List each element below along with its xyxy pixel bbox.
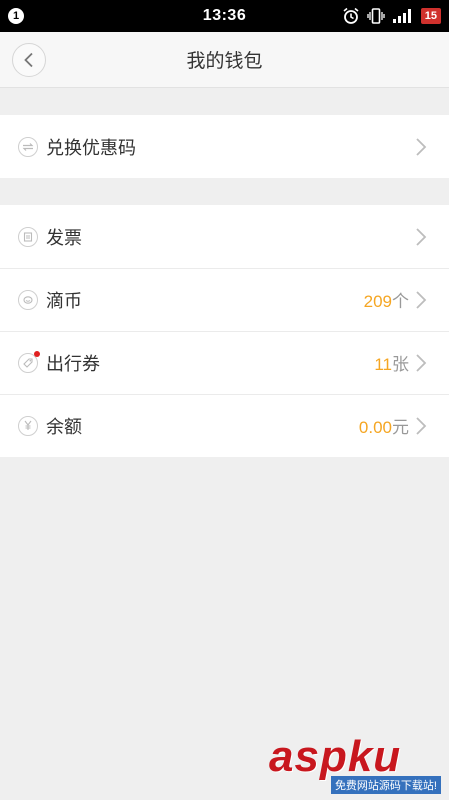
- yuan-icon: [18, 415, 38, 436]
- chevron-right-icon: [416, 290, 427, 309]
- row-label: 发票: [46, 227, 82, 248]
- signal-icon: [392, 9, 411, 23]
- alarm-icon: [343, 7, 359, 24]
- coin-unit: 个: [392, 292, 409, 311]
- new-badge-dot: [34, 350, 40, 357]
- watermark-brand: aspku: [269, 732, 402, 781]
- row-coins[interactable]: 滴币 209 个: [0, 268, 449, 331]
- vibrate-icon: [367, 8, 385, 24]
- balance-amount: 0.00: [358, 418, 392, 437]
- group-coupon: 兑换优惠码: [0, 115, 449, 178]
- chevron-left-icon: [24, 52, 33, 67]
- page-title: 我的钱包: [186, 51, 263, 72]
- battery-indicator: 15: [420, 8, 441, 24]
- row-label: 滴币: [46, 290, 82, 311]
- coin-count: 209: [363, 292, 392, 311]
- row-balance[interactable]: 余额 0.00 元: [0, 394, 449, 457]
- status-time: 13:36: [202, 7, 247, 24]
- exchange-icon: [18, 136, 38, 157]
- receipt-icon: [18, 226, 38, 247]
- back-button[interactable]: [12, 42, 46, 77]
- chevron-right-icon: [416, 353, 427, 372]
- coupon-count: 11: [374, 355, 392, 374]
- status-icons: 15: [342, 7, 441, 25]
- balance-unit: 元: [392, 418, 409, 437]
- watermark: aspku 免费网站源码下载站!: [259, 730, 449, 800]
- row-value: 0.00 元: [359, 413, 409, 438]
- row-value: 209 个: [364, 287, 409, 312]
- row-value: 11 张: [374, 350, 409, 375]
- header: 我的钱包: [0, 32, 449, 88]
- row-label: 兑换优惠码: [46, 137, 136, 158]
- ticket-icon: [18, 350, 40, 373]
- group-wallet: 发票 滴币 209 个 出行券 11 张 余额 0.00 元: [0, 205, 449, 457]
- row-label: 余额: [46, 416, 82, 437]
- notification-badge: 1: [8, 8, 24, 24]
- row-label: 出行券: [46, 353, 100, 374]
- chevron-right-icon: [416, 416, 427, 435]
- row-travel-coupons[interactable]: 出行券 11 张: [0, 331, 449, 394]
- chevron-right-icon: [416, 137, 427, 156]
- chevron-right-icon: [416, 227, 427, 246]
- row-redeem-coupon[interactable]: 兑换优惠码: [0, 115, 449, 178]
- coupon-unit: 张: [392, 355, 409, 374]
- watermark-subtitle: 免费网站源码下载站!: [330, 776, 441, 794]
- row-invoice[interactable]: 发票: [0, 205, 449, 268]
- status-bar: 1 13:36 15: [0, 0, 449, 32]
- coin-icon: [18, 289, 38, 310]
